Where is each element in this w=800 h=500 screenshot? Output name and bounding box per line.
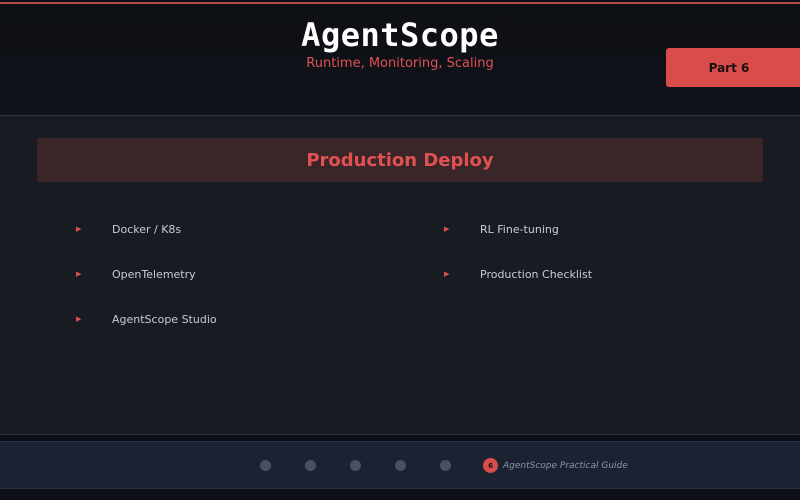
page-dot-1[interactable] bbox=[260, 460, 271, 471]
page-dot-5[interactable] bbox=[440, 460, 451, 471]
topic-label: Production Checklist bbox=[480, 267, 593, 281]
page-dot-4[interactable] bbox=[395, 460, 406, 471]
page-dot-2[interactable] bbox=[305, 460, 316, 471]
topic-label: OpenTelemetry bbox=[112, 267, 196, 281]
footer-nav: 6 AgentScope Practical Guide bbox=[0, 441, 800, 489]
bottom-strip bbox=[0, 489, 800, 500]
part-badge: Part 6 bbox=[666, 48, 800, 87]
topic-item-docker-k8s: ▶ Docker / K8s bbox=[76, 219, 181, 239]
triangle-right-icon: ▶ bbox=[76, 225, 82, 233]
header: AgentScope Runtime, Monitoring, Scaling … bbox=[0, 4, 800, 115]
topic-item-opentelemetry: ▶ OpenTelemetry bbox=[76, 264, 196, 284]
main-content: Production Deploy ▶ Docker / K8s ▶ OpenT… bbox=[0, 116, 800, 434]
triangle-right-icon: ▶ bbox=[444, 270, 450, 278]
topic-item-rl-fine-tuning: ▶ RL Fine-tuning bbox=[444, 219, 559, 239]
topic-item-agentscope-studio: ▶ AgentScope Studio bbox=[76, 309, 217, 329]
triangle-right-icon: ▶ bbox=[76, 270, 82, 278]
section-title: Production Deploy bbox=[306, 149, 494, 171]
section-banner: Production Deploy bbox=[37, 138, 763, 182]
triangle-right-icon: ▶ bbox=[444, 225, 450, 233]
topic-item-production-checklist: ▶ Production Checklist bbox=[444, 264, 592, 284]
topic-label: Docker / K8s bbox=[112, 222, 182, 236]
triangle-right-icon: ▶ bbox=[76, 315, 82, 323]
guide-label: AgentScope Practical Guide bbox=[503, 460, 628, 471]
page-dot-3[interactable] bbox=[350, 460, 361, 471]
topic-label: RL Fine-tuning bbox=[480, 222, 559, 236]
page-dot-active[interactable]: 6 bbox=[483, 458, 498, 473]
topic-label: AgentScope Studio bbox=[112, 312, 217, 326]
